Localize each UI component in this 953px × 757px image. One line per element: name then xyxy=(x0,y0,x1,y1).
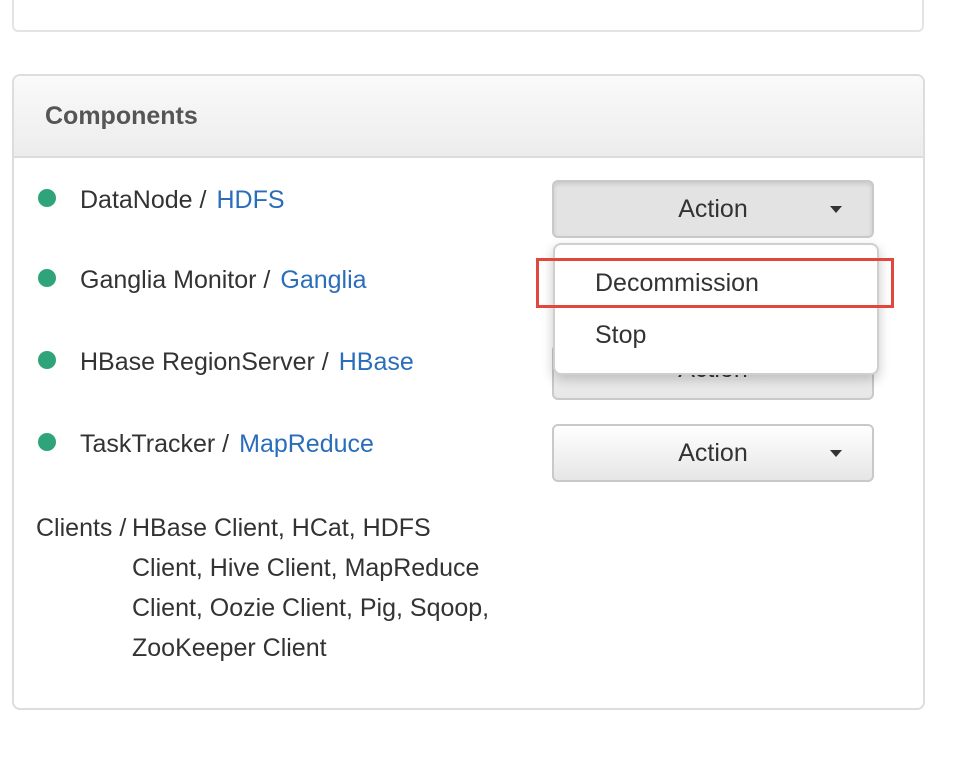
panel-title: Components xyxy=(45,102,198,130)
component-name: HBase RegionServer xyxy=(80,348,315,376)
status-ok-icon xyxy=(38,433,56,451)
caret-down-icon xyxy=(830,206,842,213)
component-name: DataNode xyxy=(80,186,193,214)
component-separator: / xyxy=(256,266,271,294)
menu-item-stop[interactable]: Stop xyxy=(595,321,646,350)
component-separator: / xyxy=(192,186,207,214)
menu-item-decommission[interactable]: Decommission xyxy=(595,269,759,298)
status-ok-icon xyxy=(38,189,56,207)
components-panel: Components DataNode / HDFS Action Ganglia… xyxy=(12,74,925,710)
action-button-datanode[interactable]: Action xyxy=(552,180,874,238)
action-dropdown-menu: Decommission Stop xyxy=(553,243,879,375)
component-name: TaskTracker xyxy=(80,430,216,458)
service-link-mapreduce[interactable]: MapReduce xyxy=(239,430,374,458)
previous-panel xyxy=(12,0,924,32)
service-link-hdfs[interactable]: HDFS xyxy=(216,186,284,214)
action-button-tasktracker[interactable]: Action xyxy=(552,424,874,482)
status-ok-icon xyxy=(38,351,56,369)
action-button-label: Action xyxy=(678,439,748,467)
component-separator: / xyxy=(215,430,230,458)
component-separator: / xyxy=(314,348,329,376)
service-link-hbase[interactable]: HBase xyxy=(339,348,414,376)
component-name: Ganglia Monitor xyxy=(80,266,257,294)
caret-down-icon xyxy=(830,450,842,457)
clients-list: HBase Client, HCat, HDFS Client, Hive Cl… xyxy=(132,514,490,662)
service-link-ganglia[interactable]: Ganglia xyxy=(280,266,366,294)
host-components-page: Components DataNode / HDFS Action Ganglia… xyxy=(0,0,953,757)
clients-label: Clients / xyxy=(36,514,127,542)
action-button-label: Action xyxy=(678,195,748,223)
panel-header: Components xyxy=(14,76,923,158)
status-ok-icon xyxy=(38,269,56,287)
